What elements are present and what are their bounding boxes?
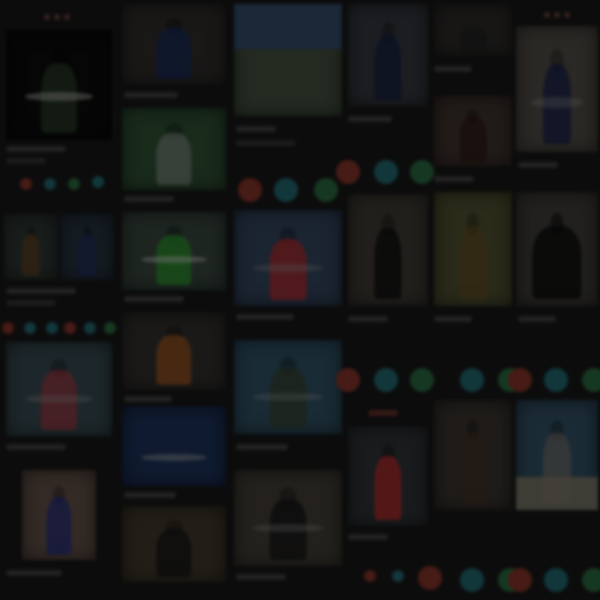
profile-column-1: [0, 0, 118, 600]
caption-line: [368, 410, 398, 416]
super-like-button[interactable]: [374, 160, 398, 184]
nope-button[interactable]: [336, 160, 360, 184]
caption-line: [518, 316, 556, 322]
profile-photo[interactable]: [60, 214, 114, 280]
profile-photo[interactable]: [4, 214, 58, 280]
profile-photo[interactable]: [516, 192, 598, 306]
caption-line: [236, 444, 288, 450]
caption-line: [434, 176, 474, 182]
super-like-button[interactable]: [44, 178, 56, 190]
caption-line: [124, 396, 172, 402]
profile-photo[interactable]: [6, 30, 112, 140]
nope-button[interactable]: [64, 322, 76, 334]
profile-photo[interactable]: [122, 312, 226, 390]
profile-column-5: [432, 0, 522, 600]
like-button[interactable]: [410, 368, 434, 392]
caption-line: [6, 300, 56, 306]
caption-line: [124, 92, 178, 98]
caption-line: [124, 196, 174, 202]
caption-line: [434, 316, 472, 322]
caption-line: [518, 162, 558, 168]
super-like-button[interactable]: [46, 322, 58, 334]
nope-button[interactable]: [238, 178, 262, 202]
super-like-button[interactable]: [392, 570, 404, 582]
caption-line: [6, 146, 66, 152]
caption-line: [348, 316, 388, 322]
boost-button[interactable]: [92, 176, 104, 188]
profile-column-3: [232, 0, 344, 600]
super-like-button[interactable]: [84, 322, 96, 334]
profile-photo[interactable]: [348, 194, 428, 306]
super-like-button[interactable]: [544, 568, 568, 592]
indicator-dot: [564, 12, 570, 18]
super-like-button[interactable]: [374, 368, 398, 392]
like-button[interactable]: [68, 178, 80, 190]
like-button[interactable]: [582, 368, 600, 392]
profile-photo[interactable]: [434, 400, 512, 510]
caption-line: [348, 534, 388, 540]
caption-line: [236, 574, 286, 580]
profile-photo[interactable]: [122, 506, 226, 582]
profile-photo[interactable]: [122, 212, 226, 290]
like-button[interactable]: [314, 178, 338, 202]
caption-line: [6, 444, 66, 450]
indicator-dot: [54, 14, 60, 20]
caption-line: [236, 140, 296, 146]
profile-photo[interactable]: [22, 470, 96, 560]
caption-line: [124, 492, 176, 498]
like-button[interactable]: [104, 322, 116, 334]
profile-photo[interactable]: [234, 4, 342, 116]
profile-photo[interactable]: [348, 426, 428, 526]
nope-button[interactable]: [508, 568, 532, 592]
indicator-dot: [44, 14, 50, 20]
profile-photo[interactable]: [234, 340, 342, 434]
super-like-button[interactable]: [460, 368, 484, 392]
like-button[interactable]: [582, 568, 600, 592]
caption-line: [236, 126, 276, 132]
profile-photo[interactable]: [516, 400, 598, 510]
super-like-button[interactable]: [460, 568, 484, 592]
super-like-button[interactable]: [24, 322, 36, 334]
caption-line: [434, 66, 472, 72]
profile-photo[interactable]: [348, 4, 428, 106]
profile-photo[interactable]: [6, 342, 112, 436]
nope-button[interactable]: [508, 368, 532, 392]
caption-line: [348, 116, 392, 122]
indicator-dot: [64, 14, 70, 20]
profile-photo[interactable]: [122, 108, 226, 190]
caption-line: [6, 570, 62, 576]
caption-line: [6, 158, 46, 164]
nope-button[interactable]: [336, 368, 360, 392]
profile-column-6: [508, 0, 600, 600]
nope-button[interactable]: [2, 322, 14, 334]
caption-line: [6, 288, 76, 294]
super-like-button[interactable]: [544, 368, 568, 392]
caption-line: [236, 314, 294, 320]
indicator-dot: [554, 12, 560, 18]
caption-line: [124, 296, 184, 302]
profile-column-2: [120, 0, 230, 600]
profile-photo[interactable]: [434, 192, 512, 306]
indicator-dot: [544, 12, 550, 18]
profile-photo[interactable]: [122, 4, 226, 84]
nope-button[interactable]: [20, 178, 32, 190]
like-button[interactable]: [410, 160, 434, 184]
profile-photo[interactable]: [122, 406, 226, 486]
profile-photo[interactable]: [434, 4, 512, 56]
super-like-button[interactable]: [274, 178, 298, 202]
profile-column-4: [336, 0, 442, 600]
profile-photo[interactable]: [234, 210, 342, 306]
profile-photo[interactable]: [516, 26, 598, 152]
profile-photo[interactable]: [434, 96, 512, 166]
profile-photo[interactable]: [234, 470, 342, 566]
nope-button[interactable]: [364, 570, 376, 582]
screenshot-collage: [0, 0, 600, 600]
